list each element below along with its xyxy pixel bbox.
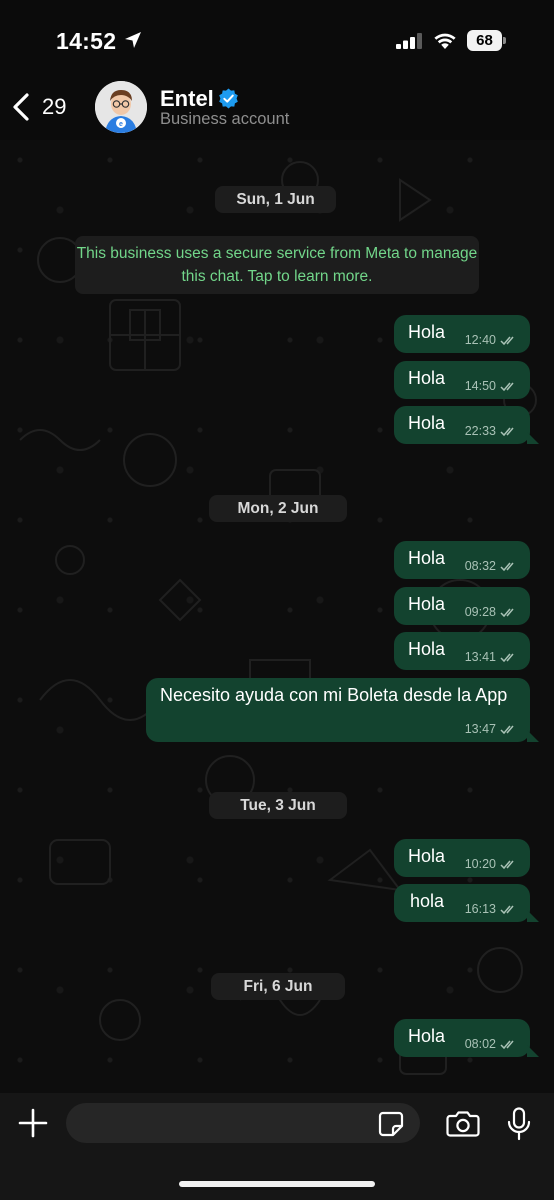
date-separator: Mon, 2 Jun xyxy=(209,495,347,522)
double-check-icon xyxy=(500,725,514,734)
date-separator: Sun, 1 Jun xyxy=(215,186,336,213)
double-check-icon xyxy=(500,905,514,914)
double-check-icon xyxy=(500,1040,514,1049)
message-time: 12:40 xyxy=(464,333,496,347)
message-text: Hola xyxy=(408,322,446,342)
message-meta: 22:33 xyxy=(465,424,518,438)
message-text: Hola xyxy=(408,639,446,659)
message-bubble[interactable]: Hola 10:20 xyxy=(394,839,530,877)
message-time: 22:33 xyxy=(464,424,496,438)
contact-name[interactable]: Entel xyxy=(160,86,214,112)
camera-icon[interactable] xyxy=(446,1110,480,1138)
battery-cap xyxy=(503,37,506,44)
sticker-icon[interactable] xyxy=(378,1111,404,1137)
message-bubble[interactable]: Necesito ayuda con mi Boleta desde la Ap… xyxy=(146,678,539,742)
message-meta: 12:40 xyxy=(465,333,518,347)
message-input[interactable] xyxy=(66,1103,420,1143)
back-button[interactable]: 29 xyxy=(10,90,66,124)
status-time: 14:52 xyxy=(56,28,117,54)
message-bubble[interactable]: Hola 13:41 xyxy=(394,632,530,670)
message-time: 08:32 xyxy=(464,559,496,573)
double-check-icon xyxy=(500,860,514,869)
message-bubble[interactable]: Hola 08:02 xyxy=(394,1019,539,1057)
message-text: hola xyxy=(410,891,445,911)
message-text: Hola xyxy=(408,368,446,388)
message-bubble[interactable]: Hola 09:28 xyxy=(394,587,530,625)
chat-header: 29 e Entel Business account xyxy=(0,80,554,140)
input-bar xyxy=(0,1093,554,1200)
double-check-icon xyxy=(500,336,514,345)
double-check-icon xyxy=(500,653,514,662)
date-separator: Fri, 6 Jun xyxy=(211,973,345,1000)
message-time: 16:13 xyxy=(464,902,496,916)
message-meta: 14:50 xyxy=(465,379,518,393)
chat-area[interactable]: Sun, 1 Jun This business uses a secure s… xyxy=(0,140,554,1093)
message-meta: 16:13 xyxy=(465,902,518,916)
message-bubble[interactable]: Hola 08:32 xyxy=(394,541,530,579)
battery-indicator: 68 xyxy=(467,30,507,51)
encryption-notice[interactable]: This business uses a secure service from… xyxy=(75,236,479,294)
message-meta: 08:32 xyxy=(465,559,518,573)
message-meta: 09:28 xyxy=(465,605,518,619)
message-meta: 13:41 xyxy=(465,650,518,664)
message-text: Hola xyxy=(408,594,446,614)
signal-icon xyxy=(396,33,422,49)
home-indicator[interactable] xyxy=(179,1181,375,1187)
message-time: 08:02 xyxy=(464,1037,496,1051)
message-text: Hola xyxy=(408,413,446,433)
message-bubble[interactable]: Hola 14:50 xyxy=(394,361,530,399)
verified-badge-icon xyxy=(219,88,238,109)
message-meta: 13:47 xyxy=(465,722,518,736)
message-text: Hola xyxy=(408,548,446,568)
avatar-icon: e xyxy=(95,81,147,133)
date-separator: Tue, 3 Jun xyxy=(209,792,347,819)
message-text: Hola xyxy=(408,846,446,866)
battery-level: 68 xyxy=(467,30,502,51)
double-check-icon xyxy=(500,382,514,391)
chevron-left-icon xyxy=(13,93,29,121)
message-time: 09:28 xyxy=(464,605,496,619)
svg-text:e: e xyxy=(119,121,123,128)
status-bar: 14:52 68 xyxy=(0,0,554,80)
message-meta: 08:02 xyxy=(465,1037,518,1051)
message-meta: 10:20 xyxy=(465,857,518,871)
wifi-icon xyxy=(434,33,456,49)
message-bubble[interactable]: hola 16:13 xyxy=(394,884,539,922)
microphone-icon[interactable] xyxy=(506,1107,532,1141)
plus-icon[interactable] xyxy=(17,1107,49,1139)
message-text: Necesito ayuda con mi Boleta desde la Ap… xyxy=(160,685,508,705)
message-time: 13:47 xyxy=(464,722,496,736)
contact-subtitle: Business account xyxy=(160,110,290,128)
message-text: Hola xyxy=(408,1026,446,1046)
message-bubble[interactable]: Hola 22:33 xyxy=(394,406,539,444)
message-time: 13:41 xyxy=(464,650,496,664)
message-time: 14:50 xyxy=(464,379,496,393)
avatar[interactable]: e xyxy=(95,81,147,133)
double-check-icon xyxy=(500,608,514,617)
message-bubble[interactable]: Hola 12:40 xyxy=(394,315,530,353)
double-check-icon xyxy=(500,427,514,436)
double-check-icon xyxy=(500,562,514,571)
location-arrow-icon xyxy=(125,32,141,48)
message-time: 10:20 xyxy=(464,857,496,871)
unread-count: 29 xyxy=(42,94,67,119)
